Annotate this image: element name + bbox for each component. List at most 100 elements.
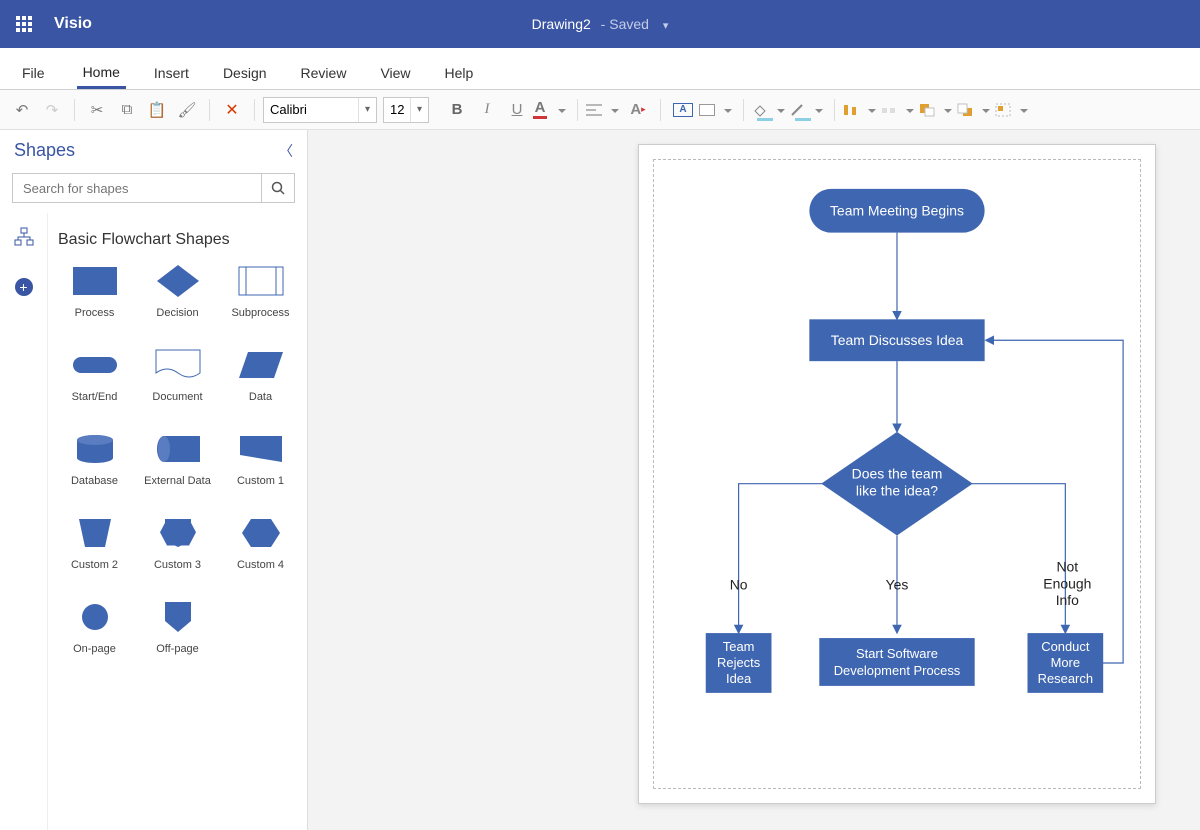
- shape-off-page[interactable]: Off-page: [139, 597, 216, 675]
- collapse-pane-button[interactable]: 〈: [279, 141, 293, 161]
- app-name: Visio: [54, 15, 92, 33]
- tab-home[interactable]: Home: [77, 54, 126, 89]
- node-yes[interactable]: Start Software Development Process: [819, 638, 974, 686]
- document-name: Drawing2: [532, 16, 591, 32]
- font-size-input[interactable]: [384, 102, 410, 117]
- font-family-selector[interactable]: ▾: [263, 97, 377, 123]
- shape-custom2[interactable]: Custom 2: [56, 513, 133, 591]
- cut-button[interactable]: ✂: [83, 97, 111, 123]
- shape-external-data[interactable]: External Data: [139, 429, 216, 507]
- svg-text:like the idea?: like the idea?: [856, 483, 938, 499]
- node-start[interactable]: Team Meeting Begins: [809, 189, 984, 233]
- delete-button[interactable]: ✕: [218, 97, 246, 123]
- shapes-pane-title: Shapes: [14, 140, 75, 161]
- italic-button[interactable]: I: [473, 97, 501, 123]
- shape-grid: Process Decision Subprocess Start/End Do…: [56, 261, 299, 675]
- stencil-flowchart-button[interactable]: [14, 227, 34, 252]
- search-input[interactable]: [12, 173, 261, 203]
- node-reject[interactable]: Team Rejects Idea: [706, 633, 772, 693]
- shape-subprocess[interactable]: Subprocess: [222, 261, 299, 339]
- svg-text:Info: Info: [1056, 592, 1079, 608]
- tab-help[interactable]: Help: [439, 55, 480, 89]
- node-discuss[interactable]: Team Discusses Idea: [809, 319, 984, 361]
- tab-review[interactable]: Review: [295, 55, 353, 89]
- pen-icon: [790, 103, 806, 117]
- svg-text:Research: Research: [1038, 671, 1093, 686]
- stencil-title: Basic Flowchart Shapes: [56, 223, 299, 261]
- chevron-down-icon[interactable]: ▾: [358, 98, 376, 122]
- node-research[interactable]: Conduct More Research: [1027, 633, 1103, 693]
- tab-design[interactable]: Design: [217, 55, 273, 89]
- shape-on-page[interactable]: On-page: [56, 597, 133, 675]
- group-button[interactable]: [995, 97, 1031, 123]
- svg-text:Team Discusses Idea: Team Discusses Idea: [831, 332, 964, 348]
- font-family-input[interactable]: [264, 102, 358, 117]
- font-size-selector[interactable]: ▾: [383, 97, 429, 123]
- svg-text:Team: Team: [723, 639, 755, 654]
- position-button[interactable]: [881, 97, 917, 123]
- line-color-button[interactable]: [790, 97, 826, 123]
- search-button[interactable]: [261, 173, 295, 203]
- search-icon: [271, 181, 285, 195]
- shape-document[interactable]: Document: [139, 345, 216, 423]
- page[interactable]: Team Meeting Begins Team Discusses Idea …: [638, 144, 1156, 804]
- copy-button[interactable]: ⧉: [113, 97, 141, 123]
- shape-custom4[interactable]: Custom 4: [222, 513, 299, 591]
- shape-process[interactable]: Process: [56, 261, 133, 339]
- waffle-icon: [16, 16, 32, 32]
- document-title[interactable]: Drawing2 - Saved ▾: [0, 16, 1200, 32]
- edge-loop[interactable]: [986, 340, 1123, 663]
- svg-text:More: More: [1051, 655, 1080, 670]
- bold-button[interactable]: B: [443, 97, 471, 123]
- add-stencil-button[interactable]: +: [15, 278, 33, 296]
- shape-start-end[interactable]: Start/End: [56, 345, 133, 423]
- shape-data[interactable]: Data: [222, 345, 299, 423]
- shapes-pane: Shapes 〈 + Basic Flowchart Shapes Proces…: [0, 130, 308, 830]
- clear-format-button[interactable]: A▸: [624, 97, 652, 123]
- svg-text:Team Meeting Begins: Team Meeting Begins: [830, 203, 964, 219]
- title-bar: Visio Drawing2 - Saved ▾: [0, 0, 1200, 48]
- align-button[interactable]: [586, 97, 622, 123]
- chevron-down-icon[interactable]: ▾: [410, 98, 428, 122]
- label-nei[interactable]: Not: [1056, 558, 1078, 574]
- label-no[interactable]: No: [730, 576, 748, 592]
- paste-button[interactable]: 📋: [143, 97, 171, 123]
- app-launcher-button[interactable]: [0, 16, 48, 32]
- shape-custom3[interactable]: Custom 3: [139, 513, 216, 591]
- svg-text:Idea: Idea: [726, 671, 752, 686]
- svg-text:Does the team: Does the team: [852, 466, 943, 482]
- document-state: - Saved: [601, 16, 649, 32]
- shape-style-button[interactable]: [699, 97, 735, 123]
- bring-front-button[interactable]: [919, 97, 955, 123]
- workspace: Shapes 〈 + Basic Flowchart Shapes Proces…: [0, 130, 1200, 830]
- shape-database[interactable]: Database: [56, 429, 133, 507]
- stencil-strip: +: [0, 213, 48, 830]
- underline-button[interactable]: U: [503, 97, 531, 123]
- node-decision[interactable]: Does the team like the idea?: [821, 432, 972, 536]
- tab-view[interactable]: View: [374, 55, 416, 89]
- org-chart-icon: [14, 227, 34, 247]
- label-yes[interactable]: Yes: [886, 576, 909, 592]
- edge-not-enough[interactable]: [971, 484, 1066, 633]
- text-box-button[interactable]: A: [669, 97, 697, 123]
- flowchart: Team Meeting Begins Team Discusses Idea …: [639, 145, 1155, 802]
- undo-button[interactable]: ↶: [8, 97, 36, 123]
- fill-color-button[interactable]: [752, 97, 788, 123]
- shape-custom1[interactable]: Custom 1: [222, 429, 299, 507]
- tab-file[interactable]: File: [12, 55, 55, 89]
- svg-text:Rejects: Rejects: [717, 655, 760, 670]
- align-objects-button[interactable]: [843, 97, 879, 123]
- edge-no[interactable]: [739, 484, 824, 633]
- tab-insert[interactable]: Insert: [148, 55, 195, 89]
- svg-text:Development Process: Development Process: [834, 663, 961, 678]
- ribbon-tabs: File Home Insert Design Review View Help: [0, 48, 1200, 90]
- shape-decision[interactable]: Decision: [139, 261, 216, 339]
- canvas[interactable]: Team Meeting Begins Team Discusses Idea …: [308, 130, 1200, 830]
- ribbon: ↶ ↷ ✂ ⧉ 📋 🖌 ✕ ▾ ▾ B I U A A▸ A: [0, 90, 1200, 130]
- redo-button[interactable]: ↷: [38, 97, 66, 123]
- send-back-button[interactable]: [957, 97, 993, 123]
- plus-icon: +: [15, 278, 33, 296]
- font-color-button[interactable]: A: [533, 97, 569, 123]
- format-painter-button[interactable]: 🖌: [173, 97, 201, 123]
- bucket-icon: [752, 103, 768, 117]
